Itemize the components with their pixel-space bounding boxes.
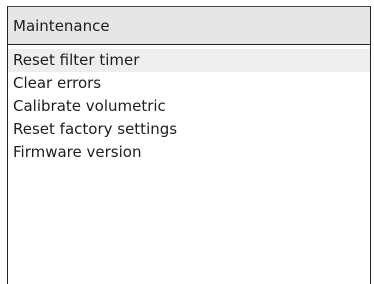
maintenance-screen: Maintenance Reset filter timer Clear err… xyxy=(7,6,371,284)
menu-item-firmware-version[interactable]: Firmware version xyxy=(8,141,370,164)
maintenance-menu: Reset filter timer Clear errors Calibrat… xyxy=(8,45,370,164)
screen-title: Maintenance xyxy=(13,16,110,35)
menu-item-reset-filter-timer[interactable]: Reset filter timer xyxy=(8,49,370,72)
menu-item-clear-errors[interactable]: Clear errors xyxy=(8,72,370,95)
menu-item-reset-factory-settings[interactable]: Reset factory settings xyxy=(8,118,370,141)
menu-item-calibrate-volumetric[interactable]: Calibrate volumetric xyxy=(8,95,370,118)
screen-header: Maintenance xyxy=(8,7,370,45)
